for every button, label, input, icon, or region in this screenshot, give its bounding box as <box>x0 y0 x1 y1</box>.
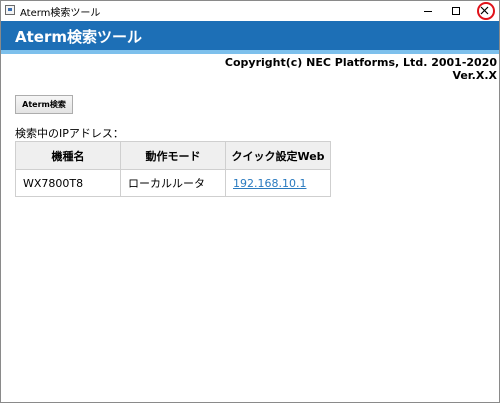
app-window: Aterm検索ツール Aterm検索ツール Copyright(c) NEC P… <box>0 0 500 403</box>
cell-model: WX7800T8 <box>15 169 121 197</box>
cell-quick-web: 192.168.10.1 <box>225 169 331 197</box>
cell-mode: ローカルルータ <box>120 169 226 197</box>
aterm-search-button[interactable]: Aterm検索 <box>15 95 73 114</box>
copyright-text: Copyright(c) NEC Platforms, Ltd. 2001-20… <box>224 56 497 69</box>
table-row: WX7800T8 ローカルルータ 192.168.10.1 <box>15 169 331 197</box>
header-stripe <box>1 50 499 54</box>
close-button[interactable] <box>471 1 497 21</box>
maximize-button[interactable] <box>443 1 469 21</box>
minimize-button[interactable] <box>415 1 441 21</box>
column-header-quick-web: クイック設定Web <box>225 141 331 170</box>
column-header-model: 機種名 <box>15 141 121 170</box>
minimize-icon <box>424 11 432 12</box>
app-header: Aterm検索ツール <box>1 21 499 50</box>
results-table: 機種名 動作モード クイック設定Web WX7800T8 ローカルルータ 192… <box>15 141 331 197</box>
version-text: Ver.X.X <box>452 69 497 82</box>
close-icon <box>480 6 489 15</box>
title-bar[interactable]: Aterm検索ツール <box>1 1 499 21</box>
quick-settings-web-link[interactable]: 192.168.10.1 <box>233 177 306 190</box>
searching-ip-label: 検索中のIPアドレス： <box>15 127 124 140</box>
column-header-mode: 動作モード <box>120 141 226 170</box>
window-title: Aterm検索ツール <box>20 8 101 19</box>
page-title: Aterm検索ツール <box>15 28 142 46</box>
table-header-row: 機種名 動作モード クイック設定Web <box>15 141 331 170</box>
app-icon <box>5 5 15 15</box>
maximize-icon <box>452 7 460 15</box>
